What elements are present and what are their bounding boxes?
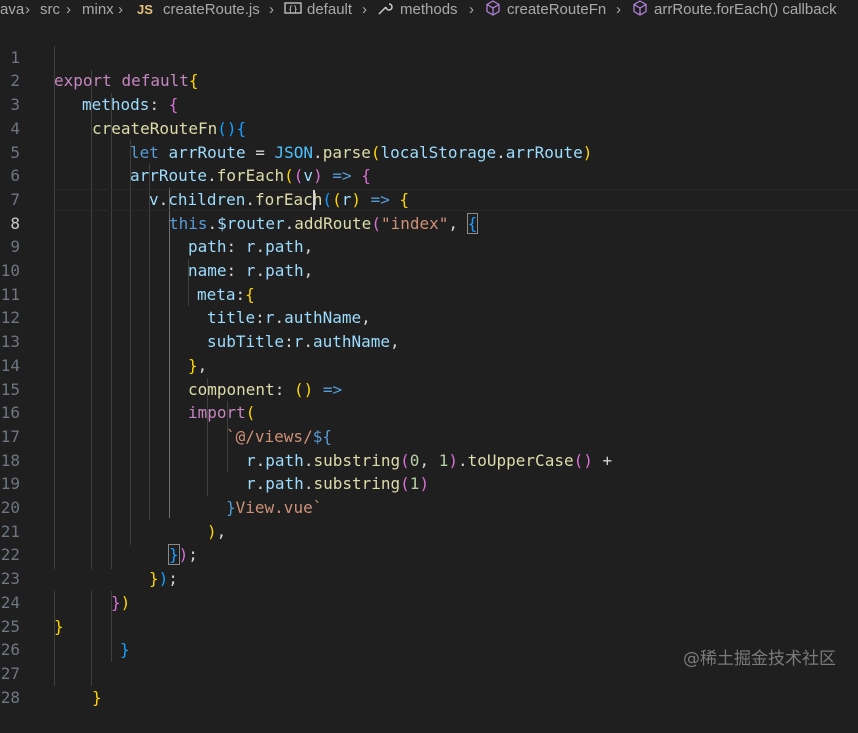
code-line[interactable]: 14 component: () => — [0, 330, 858, 399]
code-editor[interactable]: 1 export default{ 2 methods: { 3 createR… — [0, 22, 858, 707]
breadcrumb-item-minx[interactable]: minx — [82, 0, 114, 20]
code-line[interactable]: 9 name: r.path, — [0, 212, 858, 280]
code-line[interactable]: 26 — [0, 615, 858, 659]
chevron-right-icon: › — [118, 1, 123, 18]
code-text: } — [92, 687, 102, 707]
code-line[interactable]: 7 this.$router.addRoute("index", { — [0, 164, 858, 234]
code-line[interactable]: 16 `@/views/${ — [0, 378, 858, 446]
breadcrumb-item-createroutefn[interactable]: createRouteFn — [507, 0, 606, 20]
code-line[interactable]: 19 }View.vue` — [0, 449, 858, 517]
code-line[interactable]: 10 meta:{ — [0, 235, 858, 304]
code-line[interactable]: 12 subTitle:r.authName, — [0, 283, 858, 351]
cube-icon — [485, 0, 501, 20]
code-line[interactable]: 6 v.children.forEach((r) => { — [0, 141, 858, 209]
code-line[interactable]: 2 methods: { — [0, 46, 858, 114]
javascript-file-icon: JS — [137, 2, 153, 17]
breadcrumb-item-default[interactable]: default — [307, 0, 352, 20]
svg-text:{}: {} — [288, 5, 298, 14]
code-line[interactable]: 17 r.path.substring(0, 1).toUpperCase() … — [0, 401, 858, 470]
chevron-right-icon: › — [362, 1, 367, 18]
watermark: @稀土掘金技术社区 — [683, 649, 836, 669]
breadcrumb-item-file[interactable]: createRoute.js — [163, 0, 260, 20]
breadcrumb: ava › src › minx › JS createRoute.js › {… — [0, 0, 858, 20]
breadcrumb-item-callback[interactable]: arrRoute.forEach() callback — [654, 0, 837, 20]
module-icon: {} — [284, 0, 302, 20]
code-line[interactable]: 20 ), — [0, 472, 858, 541]
code-line-active[interactable]: 8 path: r.path, — [0, 188, 858, 256]
cube-icon — [632, 0, 648, 20]
code-line[interactable]: 24 } — [0, 567, 858, 636]
code-line[interactable]: 11 title:r.authName, — [0, 259, 858, 328]
code-line[interactable]: 25 } — [0, 591, 858, 660]
chevron-right-icon: › — [269, 1, 274, 18]
chevron-right-icon: › — [469, 1, 474, 18]
code-line[interactable]: 23 }) — [0, 543, 858, 612]
chevron-right-icon: › — [616, 1, 621, 18]
breadcrumb-item-methods[interactable]: methods — [400, 0, 458, 20]
text-cursor — [313, 189, 315, 210]
code-line[interactable]: 3 createRouteFn(){ — [0, 69, 858, 138]
code-line[interactable]: 1 export default{ — [0, 22, 858, 91]
code-line[interactable]: 4 let arrRoute = JSON.parse(localStorage… — [0, 93, 858, 162]
code-line[interactable]: 15 import( — [0, 354, 858, 423]
breadcrumb-item-ava[interactable]: ava — [0, 0, 24, 20]
code-line[interactable]: 21 }); — [0, 496, 858, 566]
code-line[interactable]: 13 }, — [0, 306, 858, 375]
code-line[interactable]: 22 }); — [0, 520, 858, 588]
chevron-right-icon: › — [25, 1, 30, 18]
code-line[interactable]: 5 arrRoute.forEach((v) => { — [0, 117, 858, 186]
chevron-right-icon: › — [66, 1, 71, 18]
breadcrumb-item-src[interactable]: src — [40, 0, 60, 20]
code-line[interactable]: 18 r.path.substring(1) — [0, 425, 858, 494]
wrench-icon — [377, 0, 393, 20]
line-number: 28 — [0, 687, 20, 707]
